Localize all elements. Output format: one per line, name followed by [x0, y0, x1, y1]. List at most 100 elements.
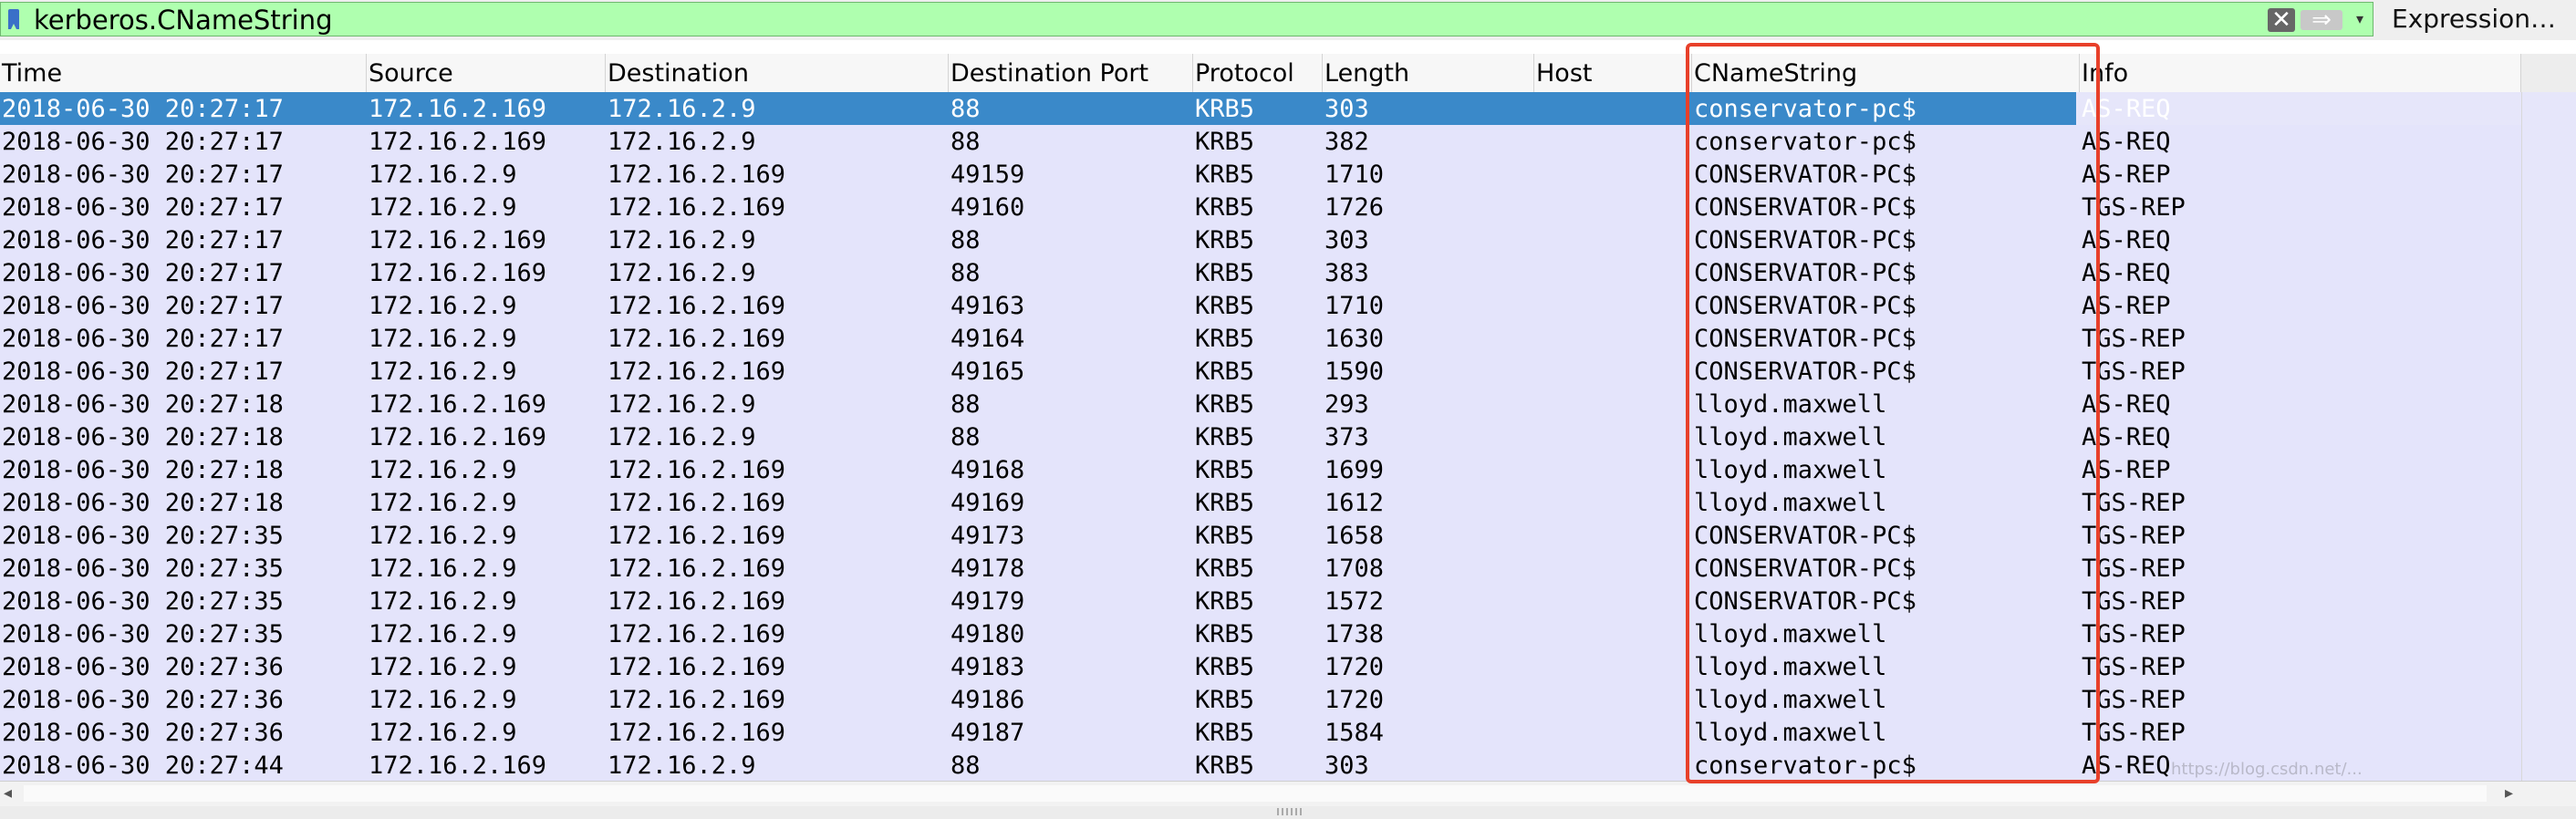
filter-bookmark-icon[interactable] — [8, 9, 19, 29]
cell-protocol: KRB5 — [1195, 620, 1255, 648]
packet-row[interactable]: 2018-06-30 20:27:35 172.16.2.9 172.16.2.16… — [0, 585, 2521, 617]
cell-source: 172.16.2.169 — [369, 390, 547, 419]
cell-cnamestring: lloyd.maxwell — [1694, 653, 1887, 681]
packet-row[interactable]: 2018-06-30 20:27:17 172.16.2.169 172.16.2.… — [0, 223, 2521, 256]
vertical-scrollbar[interactable] — [2521, 92, 2576, 781]
cell-host — [1534, 420, 1692, 453]
cell-info: TGS-REP — [2082, 325, 2186, 353]
column-header-info[interactable]: Info — [2080, 54, 2521, 92]
cell-time: 2018-06-30 20:27:17 — [2, 193, 284, 222]
splitter-grip-icon[interactable] — [1277, 808, 1304, 815]
cell-cnamestring: lloyd.maxwell — [1694, 456, 1887, 484]
cell-destination-port: 88 — [950, 259, 981, 287]
cell-info: AS-REP — [2082, 456, 2171, 484]
column-header-length[interactable]: Length — [1323, 54, 1534, 92]
packet-row[interactable]: 2018-06-30 20:27:35 172.16.2.9 172.16.2.16… — [0, 519, 2521, 552]
packet-row[interactable]: 2018-06-30 20:27:18 172.16.2.9 172.16.2.16… — [0, 486, 2521, 519]
cell-host — [1534, 749, 1692, 782]
cell-protocol: KRB5 — [1195, 489, 1255, 517]
packet-row[interactable]: 2018-06-30 20:27:18 172.16.2.169 172.16.2.… — [0, 388, 2521, 420]
cell-destination: 172.16.2.169 — [608, 620, 786, 648]
cell-destination-port: 88 — [950, 95, 981, 123]
cell-source: 172.16.2.9 — [369, 522, 517, 550]
cell-cnamestring: conservator-pc$ — [1694, 95, 1916, 123]
column-header-cnamestring[interactable]: CNameString — [1692, 54, 2080, 92]
header-gutter — [2521, 54, 2576, 92]
cell-source: 172.16.2.9 — [369, 719, 517, 747]
packet-row[interactable]: 2018-06-30 20:27:17 172.16.2.9 172.16.2.16… — [0, 289, 2521, 322]
packet-row[interactable]: 2018-06-30 20:27:35 172.16.2.9 172.16.2.16… — [0, 552, 2521, 585]
cell-destination-port: 88 — [950, 752, 981, 780]
column-header-destination-port[interactable]: Destination Port — [949, 54, 1193, 92]
cell-time: 2018-06-30 20:27:44 — [2, 752, 284, 780]
cell-cnamestring: lloyd.maxwell — [1694, 719, 1887, 747]
display-filter-input[interactable]: kerberos.CNameString ✕ ⇒ ▾ — [0, 2, 2373, 36]
cell-source: 172.16.2.9 — [369, 193, 517, 222]
cell-destination-port: 49179 — [950, 587, 1025, 616]
packet-row[interactable]: 2018-06-30 20:27:17 172.16.2.169 172.16.2.… — [0, 125, 2521, 158]
cell-info: TGS-REP — [2082, 489, 2186, 517]
packet-row[interactable]: 2018-06-30 20:27:17 172.16.2.9 172.16.2.16… — [0, 355, 2521, 388]
cell-destination: 172.16.2.169 — [608, 161, 786, 189]
cell-destination: 172.16.2.169 — [608, 719, 786, 747]
cell-time: 2018-06-30 20:27:36 — [2, 686, 284, 714]
cell-length: 1584 — [1324, 719, 1385, 747]
packet-row[interactable]: 2018-06-30 20:27:44 172.16.2.169 172.16.2.… — [0, 749, 2521, 782]
scroll-left-icon[interactable]: ◂ — [4, 783, 12, 803]
cell-host — [1534, 223, 1692, 256]
cell-length: 1572 — [1324, 587, 1385, 616]
cell-length: 1710 — [1324, 292, 1385, 320]
filter-history-dropdown-icon[interactable]: ▾ — [2350, 6, 2370, 32]
cell-destination-port: 49180 — [950, 620, 1025, 648]
scroll-right-icon[interactable]: ▸ — [2505, 783, 2513, 803]
cell-length: 303 — [1324, 95, 1369, 123]
packet-row[interactable]: 2018-06-30 20:27:18 172.16.2.169 172.16.2.… — [0, 420, 2521, 453]
cell-time: 2018-06-30 20:27:17 — [2, 95, 284, 123]
column-header-protocol[interactable]: Protocol — [1193, 54, 1323, 92]
cell-host — [1534, 617, 1692, 650]
apply-filter-icon[interactable]: ⇒ — [2301, 8, 2342, 32]
cell-destination: 172.16.2.169 — [608, 456, 786, 484]
packet-row[interactable]: 2018-06-30 20:27:36 172.16.2.9 172.16.2.16… — [0, 716, 2521, 749]
cell-host — [1534, 191, 1692, 223]
column-header-destination[interactable]: Destination — [606, 54, 949, 92]
horizontal-scroll-thumb[interactable] — [24, 785, 2487, 802]
cell-destination-port: 49178 — [950, 555, 1025, 583]
packet-row[interactable]: 2018-06-30 20:27:17 172.16.2.169 172.16.2.… — [0, 256, 2521, 289]
packet-row[interactable]: 2018-06-30 20:27:17 172.16.2.9 172.16.2.16… — [0, 158, 2521, 191]
cell-destination-port: 88 — [950, 226, 981, 254]
column-header-time[interactable]: Time — [0, 54, 367, 92]
packet-list: 2018-06-30 20:27:17 172.16.2.169 172.16.2.… — [0, 92, 2521, 782]
cell-destination-port: 88 — [950, 128, 981, 156]
cell-source: 172.16.2.9 — [369, 620, 517, 648]
cell-source: 172.16.2.169 — [369, 226, 547, 254]
column-header-host[interactable]: Host — [1534, 54, 1692, 92]
cell-source: 172.16.2.9 — [369, 587, 517, 616]
cell-cnamestring: CONSERVATOR-PC$ — [1694, 358, 1916, 386]
cell-length: 373 — [1324, 423, 1369, 451]
cell-length: 293 — [1324, 390, 1369, 419]
cell-protocol: KRB5 — [1195, 653, 1255, 681]
horizontal-scrollbar[interactable]: ◂ ▸ — [0, 781, 2576, 807]
cell-length: 1699 — [1324, 456, 1385, 484]
cell-source: 172.16.2.9 — [369, 456, 517, 484]
cell-destination: 172.16.2.9 — [608, 423, 756, 451]
cell-cnamestring: lloyd.maxwell — [1694, 489, 1887, 517]
packet-row[interactable]: 2018-06-30 20:27:36 172.16.2.9 172.16.2.16… — [0, 650, 2521, 683]
packet-row[interactable]: 2018-06-30 20:27:36 172.16.2.9 172.16.2.16… — [0, 683, 2521, 716]
filter-text[interactable]: kerberos.CNameString — [34, 5, 332, 35]
packet-row[interactable]: 2018-06-30 20:27:17 172.16.2.9 172.16.2.16… — [0, 322, 2521, 355]
packet-row[interactable]: 2018-06-30 20:27:17 172.16.2.9 172.16.2.16… — [0, 191, 2521, 223]
cell-source: 172.16.2.169 — [369, 752, 547, 780]
cell-destination: 172.16.2.9 — [608, 95, 756, 123]
expression-button[interactable]: Expression… — [2381, 2, 2576, 36]
pane-splitter[interactable] — [0, 806, 2576, 819]
cell-destination: 172.16.2.169 — [608, 325, 786, 353]
packet-row[interactable]: 2018-06-30 20:27:35 172.16.2.9 172.16.2.16… — [0, 617, 2521, 650]
packet-row[interactable]: 2018-06-30 20:27:17 172.16.2.169 172.16.2.… — [0, 92, 2171, 125]
cell-time: 2018-06-30 20:27:17 — [2, 128, 284, 156]
packet-row[interactable]: 2018-06-30 20:27:18 172.16.2.9 172.16.2.16… — [0, 453, 2521, 486]
clear-filter-icon[interactable]: ✕ — [2268, 8, 2295, 32]
column-header-source[interactable]: Source — [367, 54, 606, 92]
cell-host — [1534, 683, 1692, 716]
